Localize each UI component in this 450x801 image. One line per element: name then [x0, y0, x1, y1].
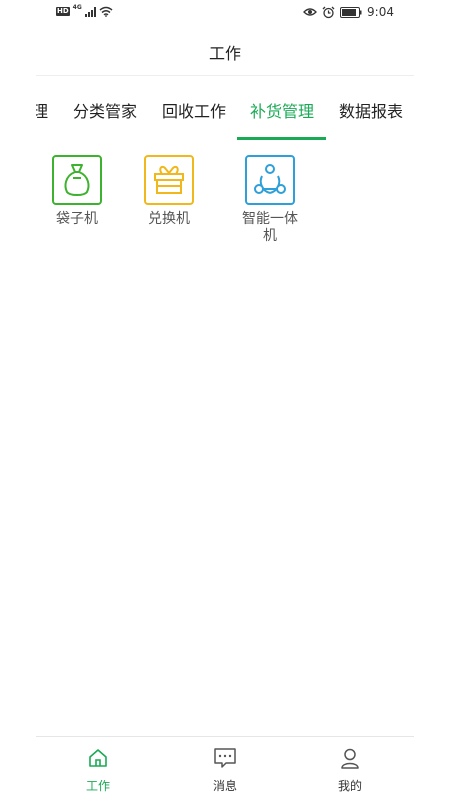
user-icon [341, 748, 359, 769]
grid-item-label: 智能一体机 [242, 211, 298, 244]
gift-box-icon [144, 155, 194, 205]
page-title: 工作 [208, 44, 241, 63]
header: 工作 [0, 26, 450, 76]
network-type: 4G [72, 4, 82, 11]
battery-icon [340, 6, 362, 18]
signal-icon [84, 6, 96, 17]
share-nodes-icon [245, 155, 295, 205]
tab-bar: 理 分类管家 回收工作 补货管理 数据报表 [36, 77, 414, 141]
status-left: HD 4G [56, 4, 113, 17]
wifi-icon [99, 6, 113, 17]
home-icon [89, 749, 107, 767]
nav-item-me[interactable]: 我的 [310, 747, 390, 794]
nav-label: 我的 [337, 779, 362, 793]
status-right: 9:04 [303, 5, 394, 19]
alarm-icon [322, 6, 335, 18]
grid-item-label: 袋子机 [56, 211, 98, 227]
grid-item-label: 兑换机 [148, 211, 190, 227]
status-bar: HD 4G 9:04 [0, 0, 450, 26]
grid-item-exchange-machine[interactable]: 兑换机 [119, 155, 219, 228]
active-tab-indicator [237, 137, 326, 140]
status-time: 9:04 [367, 5, 394, 19]
hd-icon: HD [56, 7, 70, 16]
bottom-nav: 工作 消息 我的 [36, 736, 414, 801]
nav-label: 工作 [85, 779, 110, 793]
tab-data-reports[interactable]: 数据报表 [339, 98, 403, 122]
message-icon [214, 748, 236, 768]
tab-sort-butler[interactable]: 分类管家 [73, 98, 137, 122]
grid-item-bag-machine[interactable]: 袋子机 [27, 155, 127, 228]
tab-partial-management[interactable]: 理 [36, 98, 48, 122]
grid-item-smart-machine[interactable]: 智能一体机 [220, 155, 320, 245]
tab-recycling-work[interactable]: 回收工作 [162, 98, 226, 122]
nav-label: 消息 [212, 779, 237, 793]
eye-icon [303, 8, 317, 16]
nav-item-messages[interactable]: 消息 [185, 747, 265, 794]
header-divider [36, 75, 414, 76]
nav-item-work[interactable]: 工作 [58, 747, 138, 794]
bag-icon [52, 155, 102, 205]
tab-restock-management[interactable]: 补货管理 [250, 98, 314, 122]
